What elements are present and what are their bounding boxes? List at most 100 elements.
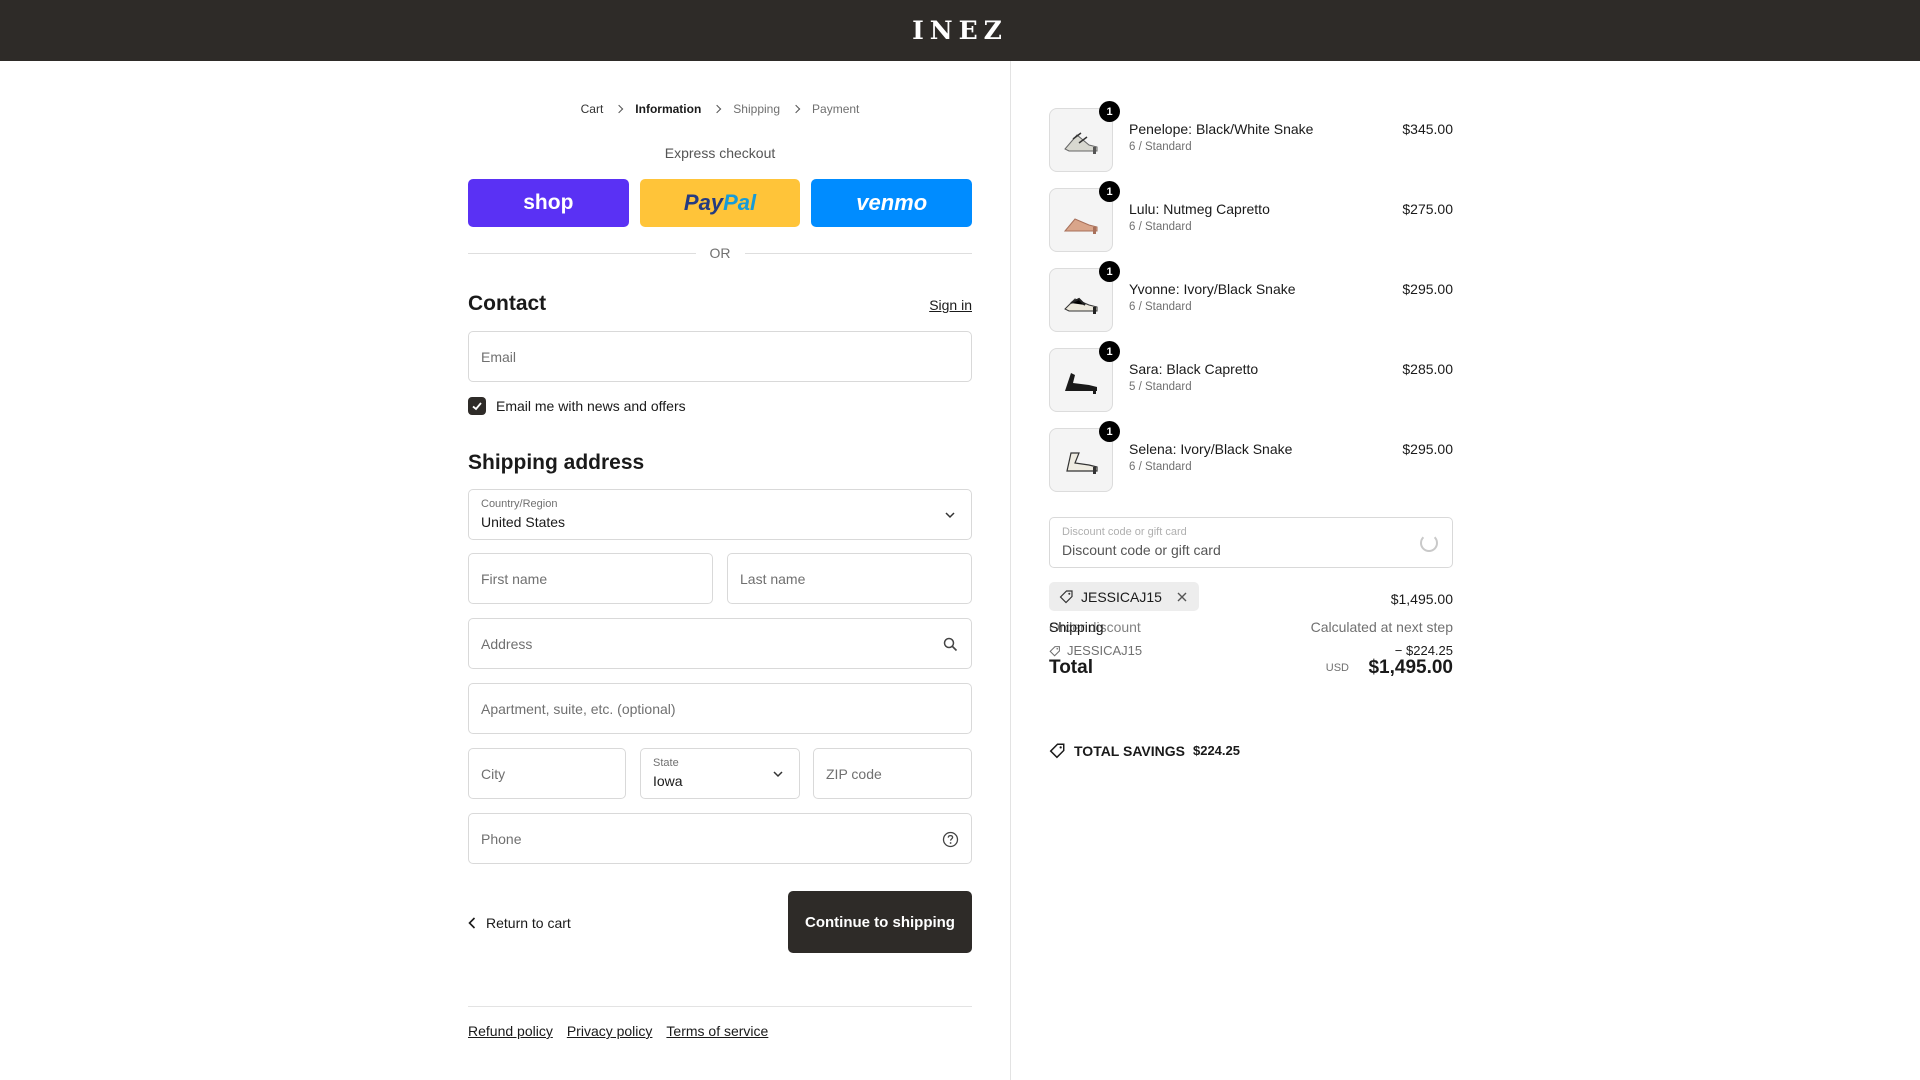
continue-label: Continue to shipping bbox=[805, 913, 955, 931]
line-item: 1 Yvonne: Ivory/Black Snake 6 / Standard… bbox=[1049, 261, 1453, 332]
phone-placeholder: Phone bbox=[481, 831, 522, 847]
item-name: Sara: Black Capretto bbox=[1129, 361, 1259, 377]
continue-to-shipping-button[interactable]: Continue to shipping bbox=[788, 891, 972, 953]
discount-code-label: Discount code or gift card bbox=[1062, 526, 1187, 538]
brand-logo[interactable]: INEZ bbox=[912, 16, 1008, 45]
total-row: Total USD $1,495.00 bbox=[1049, 657, 1453, 679]
apartment-placeholder: Apartment, suite, etc. (optional) bbox=[481, 701, 676, 717]
total-savings: TOTAL SAVINGS $224.25 bbox=[1049, 742, 1240, 759]
quantity-badge: 1 bbox=[1099, 421, 1120, 442]
return-to-cart-label: Return to cart bbox=[486, 915, 571, 931]
checkout-form-column: Cart Information Shipping Payment Expres… bbox=[468, 61, 973, 1080]
checkout-main: Cart Information Shipping Payment Expres… bbox=[0, 61, 1010, 1080]
line-item: 1 Lulu: Nutmeg Capretto 6 / Standard $27… bbox=[1049, 181, 1453, 252]
line-item: 1 Penelope: Black/White Snake 6 / Standa… bbox=[1049, 101, 1453, 172]
zip-code-placeholder: ZIP code bbox=[826, 766, 882, 782]
divider-line bbox=[744, 252, 972, 254]
header-bar: INEZ bbox=[0, 0, 1920, 61]
phone-field[interactable]: Phone bbox=[468, 813, 972, 864]
first-name-placeholder: First name bbox=[481, 571, 548, 587]
newsletter-checkbox[interactable] bbox=[468, 397, 486, 415]
sandal-image bbox=[1064, 132, 1098, 154]
chevron-down-icon bbox=[941, 506, 959, 524]
country-value: United States bbox=[481, 514, 566, 530]
quantity-badge: 1 bbox=[1099, 181, 1120, 202]
express-checkout-title: Express checkout bbox=[664, 145, 776, 161]
email-placeholder: Email bbox=[481, 349, 517, 365]
shop-pay-button[interactable]: shop bbox=[468, 179, 629, 227]
loading-spinner-icon bbox=[1420, 534, 1438, 552]
discount-code-field[interactable]: Discount code or gift card Discount code… bbox=[1049, 517, 1453, 568]
item-price: $345.00 bbox=[1402, 121, 1453, 137]
total-savings-label: TOTAL SAVINGS bbox=[1074, 742, 1185, 759]
item-variant: 5 / Standard bbox=[1129, 381, 1192, 393]
item-price: $285.00 bbox=[1402, 361, 1453, 377]
address-field[interactable]: Address bbox=[468, 618, 972, 669]
or-label: OR bbox=[709, 245, 731, 261]
paypal-label-part2: Pal bbox=[723, 190, 757, 215]
last-name-placeholder: Last name bbox=[740, 571, 806, 587]
total-savings-value: $224.25 bbox=[1192, 743, 1240, 758]
sandal-image bbox=[1065, 373, 1097, 394]
country-select[interactable]: Country/Region United States bbox=[468, 489, 972, 540]
discount-code-placeholder: Discount code or gift card bbox=[1062, 542, 1221, 558]
privacy-policy-link[interactable]: Privacy policy bbox=[567, 1023, 653, 1039]
item-variant: 6 / Standard bbox=[1129, 221, 1192, 233]
sign-in-link[interactable]: Sign in bbox=[929, 297, 972, 313]
chevron-right-icon bbox=[615, 104, 624, 114]
chevron-left-icon bbox=[468, 917, 476, 929]
item-variant: 6 / Standard bbox=[1129, 141, 1192, 153]
discount-code-sub-text: JESSICAJ15 bbox=[1067, 643, 1143, 658]
tag-icon bbox=[1049, 743, 1065, 759]
email-field[interactable]: Email bbox=[468, 331, 972, 382]
quantity-badge: 1 bbox=[1099, 261, 1120, 282]
discount-code-sub: JESSICAJ15 bbox=[1049, 643, 1453, 658]
order-summary: 1 Penelope: Black/White Snake 6 / Standa… bbox=[1010, 61, 1920, 1080]
quantity-badge: 1 bbox=[1099, 101, 1120, 122]
paypal-button[interactable]: Pay Pal bbox=[639, 179, 801, 227]
checkmark-icon bbox=[472, 402, 482, 411]
venmo-label: venmo bbox=[856, 190, 928, 215]
total-label: Total bbox=[1049, 657, 1093, 678]
last-name-field[interactable]: Last name bbox=[727, 553, 972, 604]
item-variant: 6 / Standard bbox=[1129, 461, 1192, 473]
address-placeholder: Address bbox=[481, 636, 533, 652]
line-item: 1 Selena: Ivory/Black Snake 6 / Standard… bbox=[1049, 421, 1453, 492]
first-name-field[interactable]: First name bbox=[468, 553, 713, 604]
footer-divider bbox=[468, 1006, 972, 1007]
zip-code-field[interactable]: ZIP code bbox=[813, 748, 972, 799]
terms-of-service-link[interactable]: Terms of service bbox=[666, 1023, 768, 1039]
order-discount-label: Order discount bbox=[1049, 619, 1141, 635]
total-amount: $1,495.00 bbox=[1368, 657, 1453, 678]
search-icon bbox=[941, 635, 959, 653]
item-name: Selena: Ivory/Black Snake bbox=[1129, 441, 1293, 457]
shipping-row: Shipping Order discount Calculated at ne… bbox=[1049, 619, 1453, 635]
refund-policy-link[interactable]: Refund policy bbox=[468, 1023, 553, 1039]
help-icon[interactable] bbox=[941, 830, 959, 848]
item-price: $295.00 bbox=[1402, 281, 1453, 297]
state-select[interactable]: State Iowa bbox=[640, 748, 800, 799]
newsletter-option[interactable]: Email me with news and offers bbox=[468, 397, 686, 415]
subtotal-value: $1,495.00 bbox=[1390, 591, 1453, 607]
line-item: 1 Sara: Black Capretto 5 / Standard $285… bbox=[1049, 341, 1453, 412]
newsletter-label: Email me with news and offers bbox=[496, 398, 686, 414]
divider-line bbox=[468, 252, 696, 254]
sandal-image bbox=[1063, 218, 1098, 234]
return-to-cart-link[interactable]: Return to cart bbox=[468, 915, 571, 931]
city-placeholder: City bbox=[481, 766, 506, 782]
item-name: Yvonne: Ivory/Black Snake bbox=[1129, 281, 1296, 297]
apartment-field[interactable]: Apartment, suite, etc. (optional) bbox=[468, 683, 972, 734]
city-field[interactable]: City bbox=[468, 748, 626, 799]
chevron-down-icon bbox=[769, 765, 787, 783]
sandal-image bbox=[1066, 452, 1098, 474]
quantity-badge: 1 bbox=[1099, 341, 1120, 362]
express-checkout-buttons: shop Pay Pal venmo bbox=[468, 179, 973, 227]
venmo-button[interactable]: venmo bbox=[811, 179, 973, 227]
breadcrumb-cart[interactable]: Cart bbox=[581, 102, 604, 116]
order-summary-column: 1 Penelope: Black/White Snake 6 / Standa… bbox=[1049, 61, 1453, 1080]
tag-icon bbox=[1049, 645, 1060, 657]
tag-icon bbox=[1059, 590, 1073, 604]
close-icon[interactable] bbox=[1175, 590, 1189, 604]
contact-title: Contact bbox=[468, 292, 547, 315]
item-price: $275.00 bbox=[1402, 201, 1453, 217]
